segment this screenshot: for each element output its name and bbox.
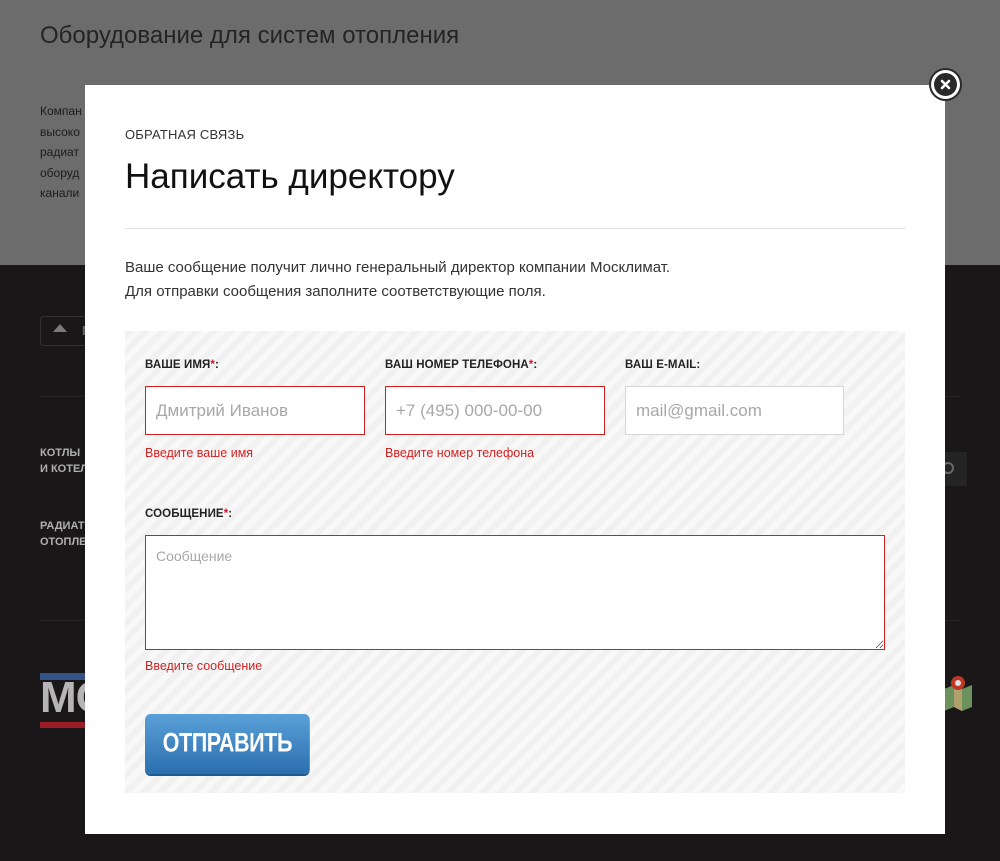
phone-label: ВАШ НОМЕР ТЕЛЕФОНА*: bbox=[385, 359, 538, 371]
modal-eyebrow: ОБРАТНАЯ СВЯЗЬ bbox=[125, 127, 245, 142]
name-label: ВАШЕ ИМЯ*: bbox=[145, 359, 219, 371]
name-error: Введите ваше имя bbox=[145, 446, 254, 460]
close-x-icon bbox=[940, 79, 951, 90]
close-button[interactable] bbox=[931, 70, 960, 99]
name-input[interactable] bbox=[145, 386, 365, 435]
email-label: ВАШ E-MAIL: bbox=[625, 359, 701, 371]
feedback-modal: ОБРАТНАЯ СВЯЗЬ Написать директору Ваше с… bbox=[85, 85, 945, 834]
modal-description: Ваше сообщение получит лично генеральный… bbox=[125, 256, 670, 304]
phone-input[interactable] bbox=[385, 386, 605, 435]
description-line: Для отправки сообщения заполните соответ… bbox=[125, 283, 546, 300]
title-divider bbox=[125, 228, 905, 229]
message-label: СООБЩЕНИЕ*: bbox=[145, 508, 233, 520]
message-error: Введите сообщение bbox=[145, 659, 263, 673]
submit-button[interactable]: ОТПРАВИТЬ bbox=[145, 714, 310, 774]
message-textarea[interactable] bbox=[145, 535, 885, 650]
description-line: Ваше сообщение получит лично генеральный… bbox=[125, 259, 671, 276]
phone-error: Введите номер телефона bbox=[385, 446, 535, 460]
email-input[interactable] bbox=[625, 386, 844, 435]
feedback-form: ВАШЕ ИМЯ*: Введите ваше имя ВАШ НОМЕР ТЕ… bbox=[125, 331, 905, 793]
modal-title: Написать директору bbox=[125, 157, 455, 196]
